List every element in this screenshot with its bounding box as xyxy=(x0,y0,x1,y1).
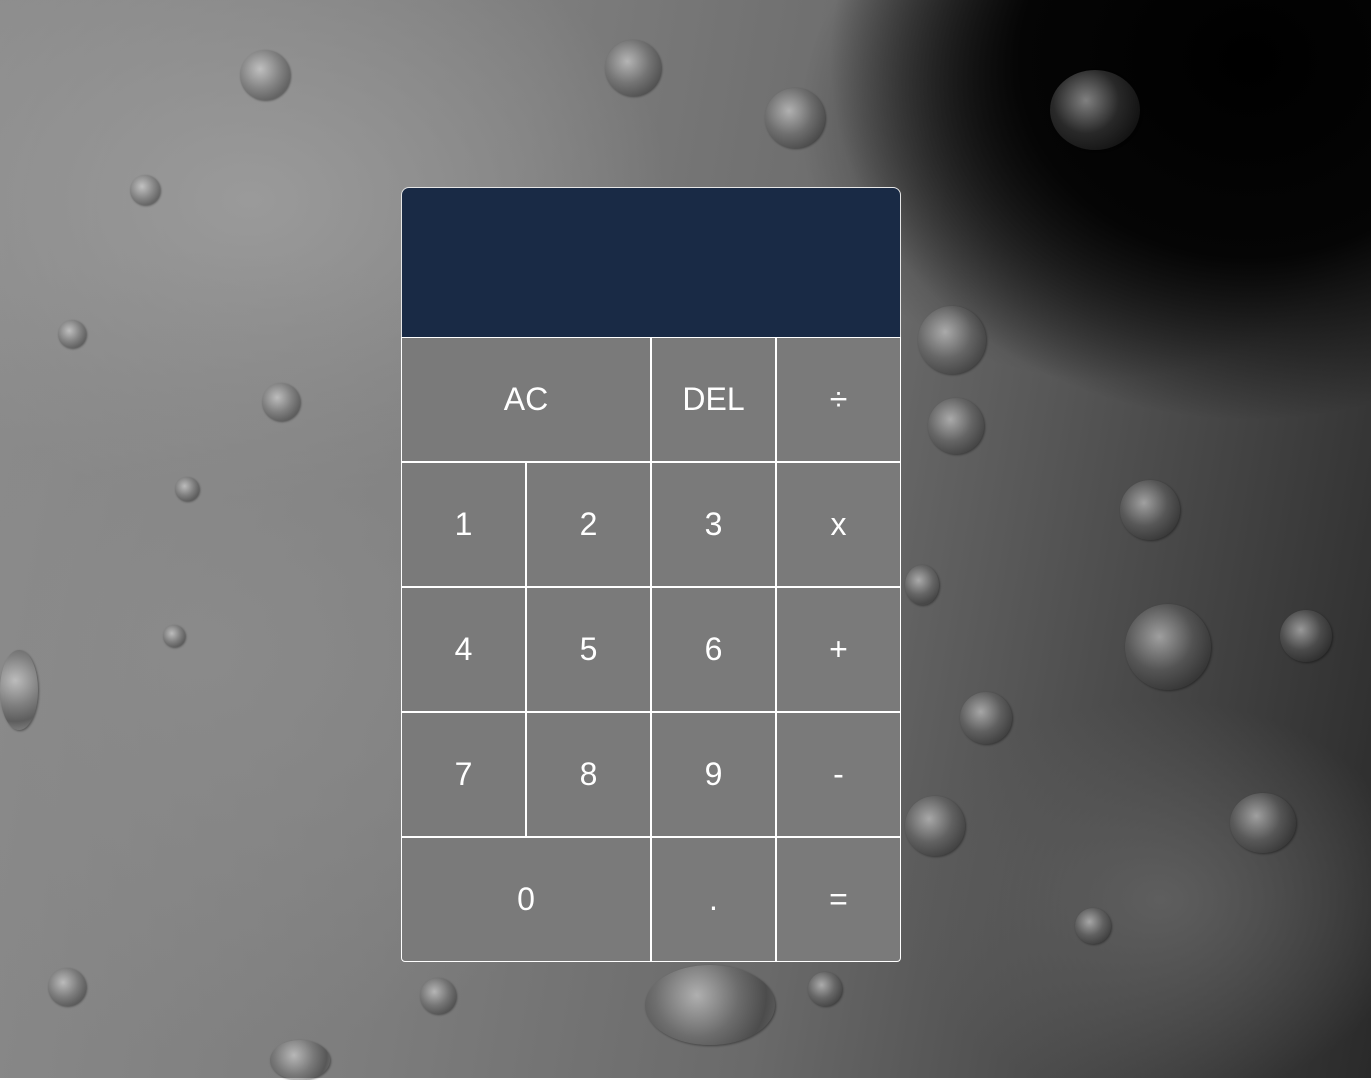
crater xyxy=(270,1040,330,1080)
crater xyxy=(1120,480,1180,540)
number-0-button[interactable]: 0 xyxy=(401,837,651,962)
crater xyxy=(262,383,300,421)
number-8-button[interactable]: 8 xyxy=(526,712,651,837)
crater xyxy=(905,565,939,605)
subtract-button[interactable]: - xyxy=(776,712,901,837)
add-button[interactable]: + xyxy=(776,587,901,712)
calculator-display xyxy=(401,187,901,337)
multiply-button[interactable]: x xyxy=(776,462,901,587)
crater xyxy=(918,306,986,374)
number-1-button[interactable]: 1 xyxy=(401,462,526,587)
crater xyxy=(1125,604,1211,690)
all-clear-button[interactable]: AC xyxy=(401,337,651,462)
crater xyxy=(1280,610,1332,662)
crater xyxy=(0,650,38,730)
crater xyxy=(645,965,775,1045)
crater xyxy=(58,320,86,348)
number-4-button[interactable]: 4 xyxy=(401,587,526,712)
crater xyxy=(420,978,456,1014)
number-5-button[interactable]: 5 xyxy=(526,587,651,712)
crater xyxy=(163,625,185,647)
number-2-button[interactable]: 2 xyxy=(526,462,651,587)
crater xyxy=(765,88,825,148)
crater xyxy=(960,692,1012,744)
calculator: AC DEL ÷ 1 2 3 x 4 5 6 + 7 8 9 - 0 . = xyxy=(401,187,901,962)
equals-button[interactable]: = xyxy=(776,837,901,962)
crater xyxy=(130,175,160,205)
divide-button[interactable]: ÷ xyxy=(776,337,901,462)
crater xyxy=(905,796,965,856)
crater xyxy=(240,50,290,100)
crater xyxy=(48,968,86,1006)
number-6-button[interactable]: 6 xyxy=(651,587,776,712)
number-9-button[interactable]: 9 xyxy=(651,712,776,837)
crater xyxy=(808,972,842,1006)
crater xyxy=(1075,908,1111,944)
crater xyxy=(1050,70,1140,150)
delete-button[interactable]: DEL xyxy=(651,337,776,462)
crater xyxy=(605,40,661,96)
number-3-button[interactable]: 3 xyxy=(651,462,776,587)
crater xyxy=(928,398,984,454)
crater xyxy=(1230,793,1296,853)
number-7-button[interactable]: 7 xyxy=(401,712,526,837)
crater xyxy=(175,477,199,501)
decimal-button[interactable]: . xyxy=(651,837,776,962)
